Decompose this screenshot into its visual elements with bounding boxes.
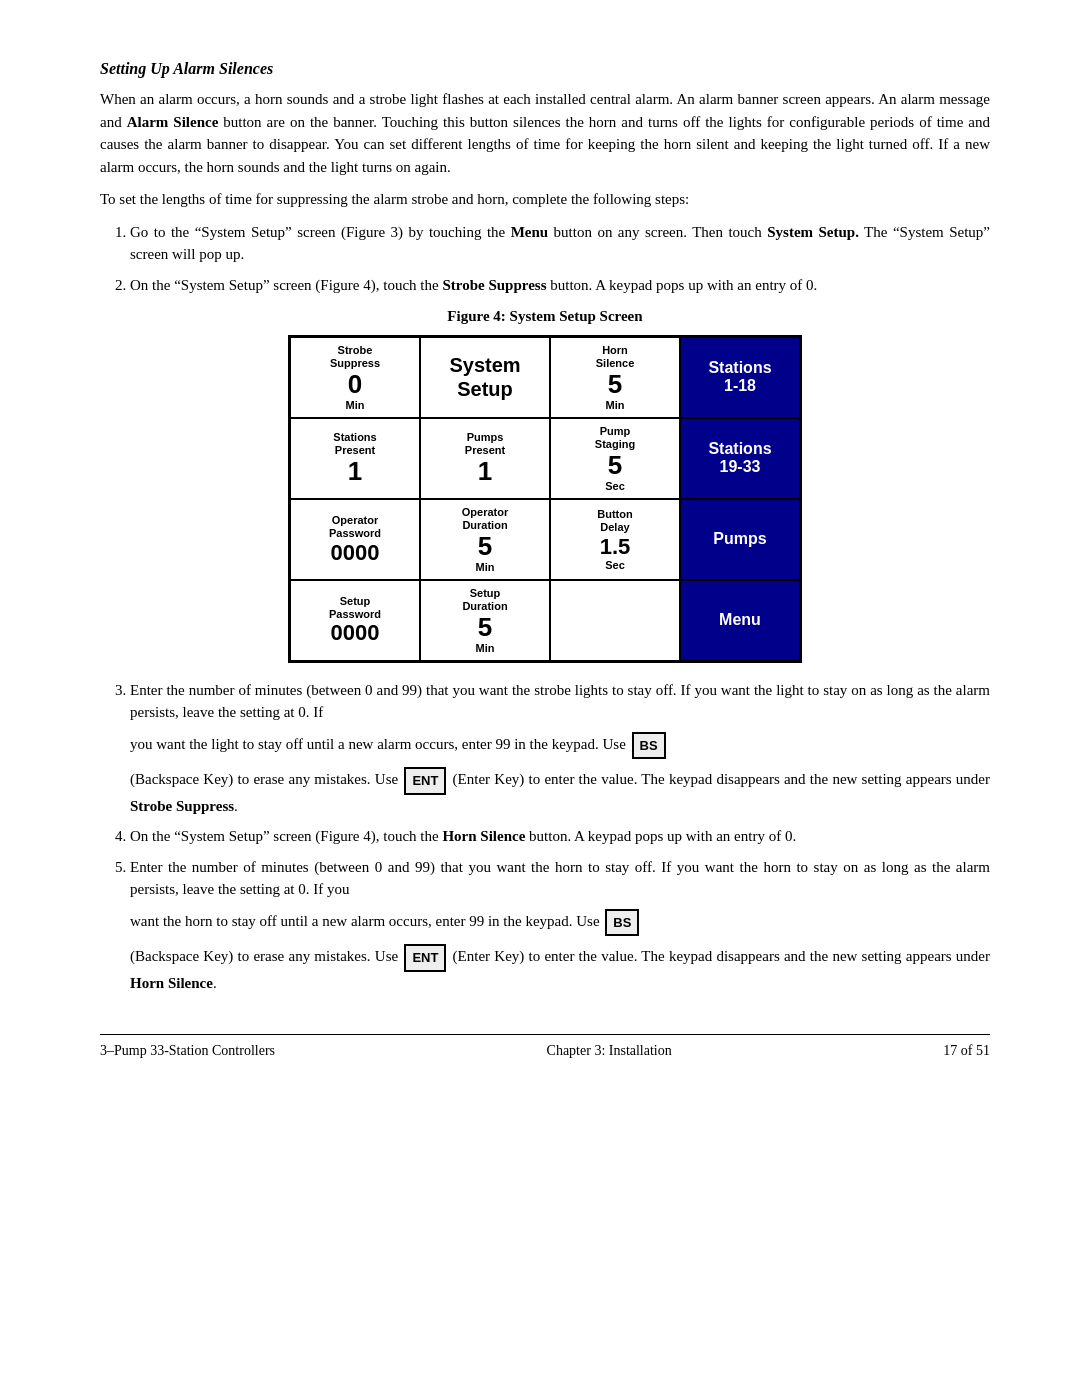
step-5: Enter the number of minutes (between 0 a… [130,856,990,995]
bs-button-2: BS [605,909,639,937]
paragraph-1: When an alarm occurs, a horn sounds and … [100,88,990,178]
bs-button-1: BS [632,732,666,760]
footer-left: 3–Pump 33-Station Controllers [100,1043,275,1059]
ent-button-1: ENT [404,767,446,795]
cell-setup-password: SetupPassword 0000 [290,580,420,661]
cell-stations-present: StationsPresent 1 [290,418,420,499]
cell-horn-silence: HornSilence 5 Min [550,337,680,418]
cell-system-setup: SystemSetup [420,337,550,418]
system-setup-grid: StrobeSuppress 0 Min SystemSetup HornSil… [288,335,802,663]
cell-pump-staging: PumpStaging 5 Sec [550,418,680,499]
figure-container: StrobeSuppress 0 Min SystemSetup HornSil… [100,335,990,663]
cell-pumps: Pumps [680,499,800,580]
cell-strobe-suppress: StrobeSuppress 0 Min [290,337,420,418]
footer-center: Chapter 3: Installation [547,1043,672,1059]
cell-stations-19-33: Stations19-33 [680,418,800,499]
figure-caption: Figure 4: System Setup Screen [100,308,990,325]
cell-operator-duration: OperatorDuration 5 Min [420,499,550,580]
cell-stations-1-18: Stations1-18 [680,337,800,418]
cell-button-delay: ButtonDelay 1.5 Sec [550,499,680,580]
ent-button-2: ENT [404,944,446,972]
steps-list: Go to the “System Setup” screen (Figure … [130,221,990,297]
cell-operator-password: OperatorPassword 0000 [290,499,420,580]
cell-pumps-present: PumpsPresent 1 [420,418,550,499]
step-2: On the “System Setup” screen (Figure 4),… [130,274,990,297]
steps-list-continued: Enter the number of minutes (between 0 a… [130,679,990,995]
step-3: Enter the number of minutes (between 0 a… [130,679,990,818]
cell-empty [550,580,680,661]
step-4: On the “System Setup” screen (Figure 4),… [130,825,990,848]
cell-menu: Menu [680,580,800,661]
cell-setup-duration: SetupDuration 5 Min [420,580,550,661]
footer-right: 17 of 51 [943,1043,990,1059]
step-1: Go to the “System Setup” screen (Figure … [130,221,990,266]
section-title: Setting Up Alarm Silences [100,60,990,78]
footer: 3–Pump 33-Station Controllers Chapter 3:… [100,1034,990,1059]
paragraph-2: To set the lengths of time for suppressi… [100,188,990,211]
